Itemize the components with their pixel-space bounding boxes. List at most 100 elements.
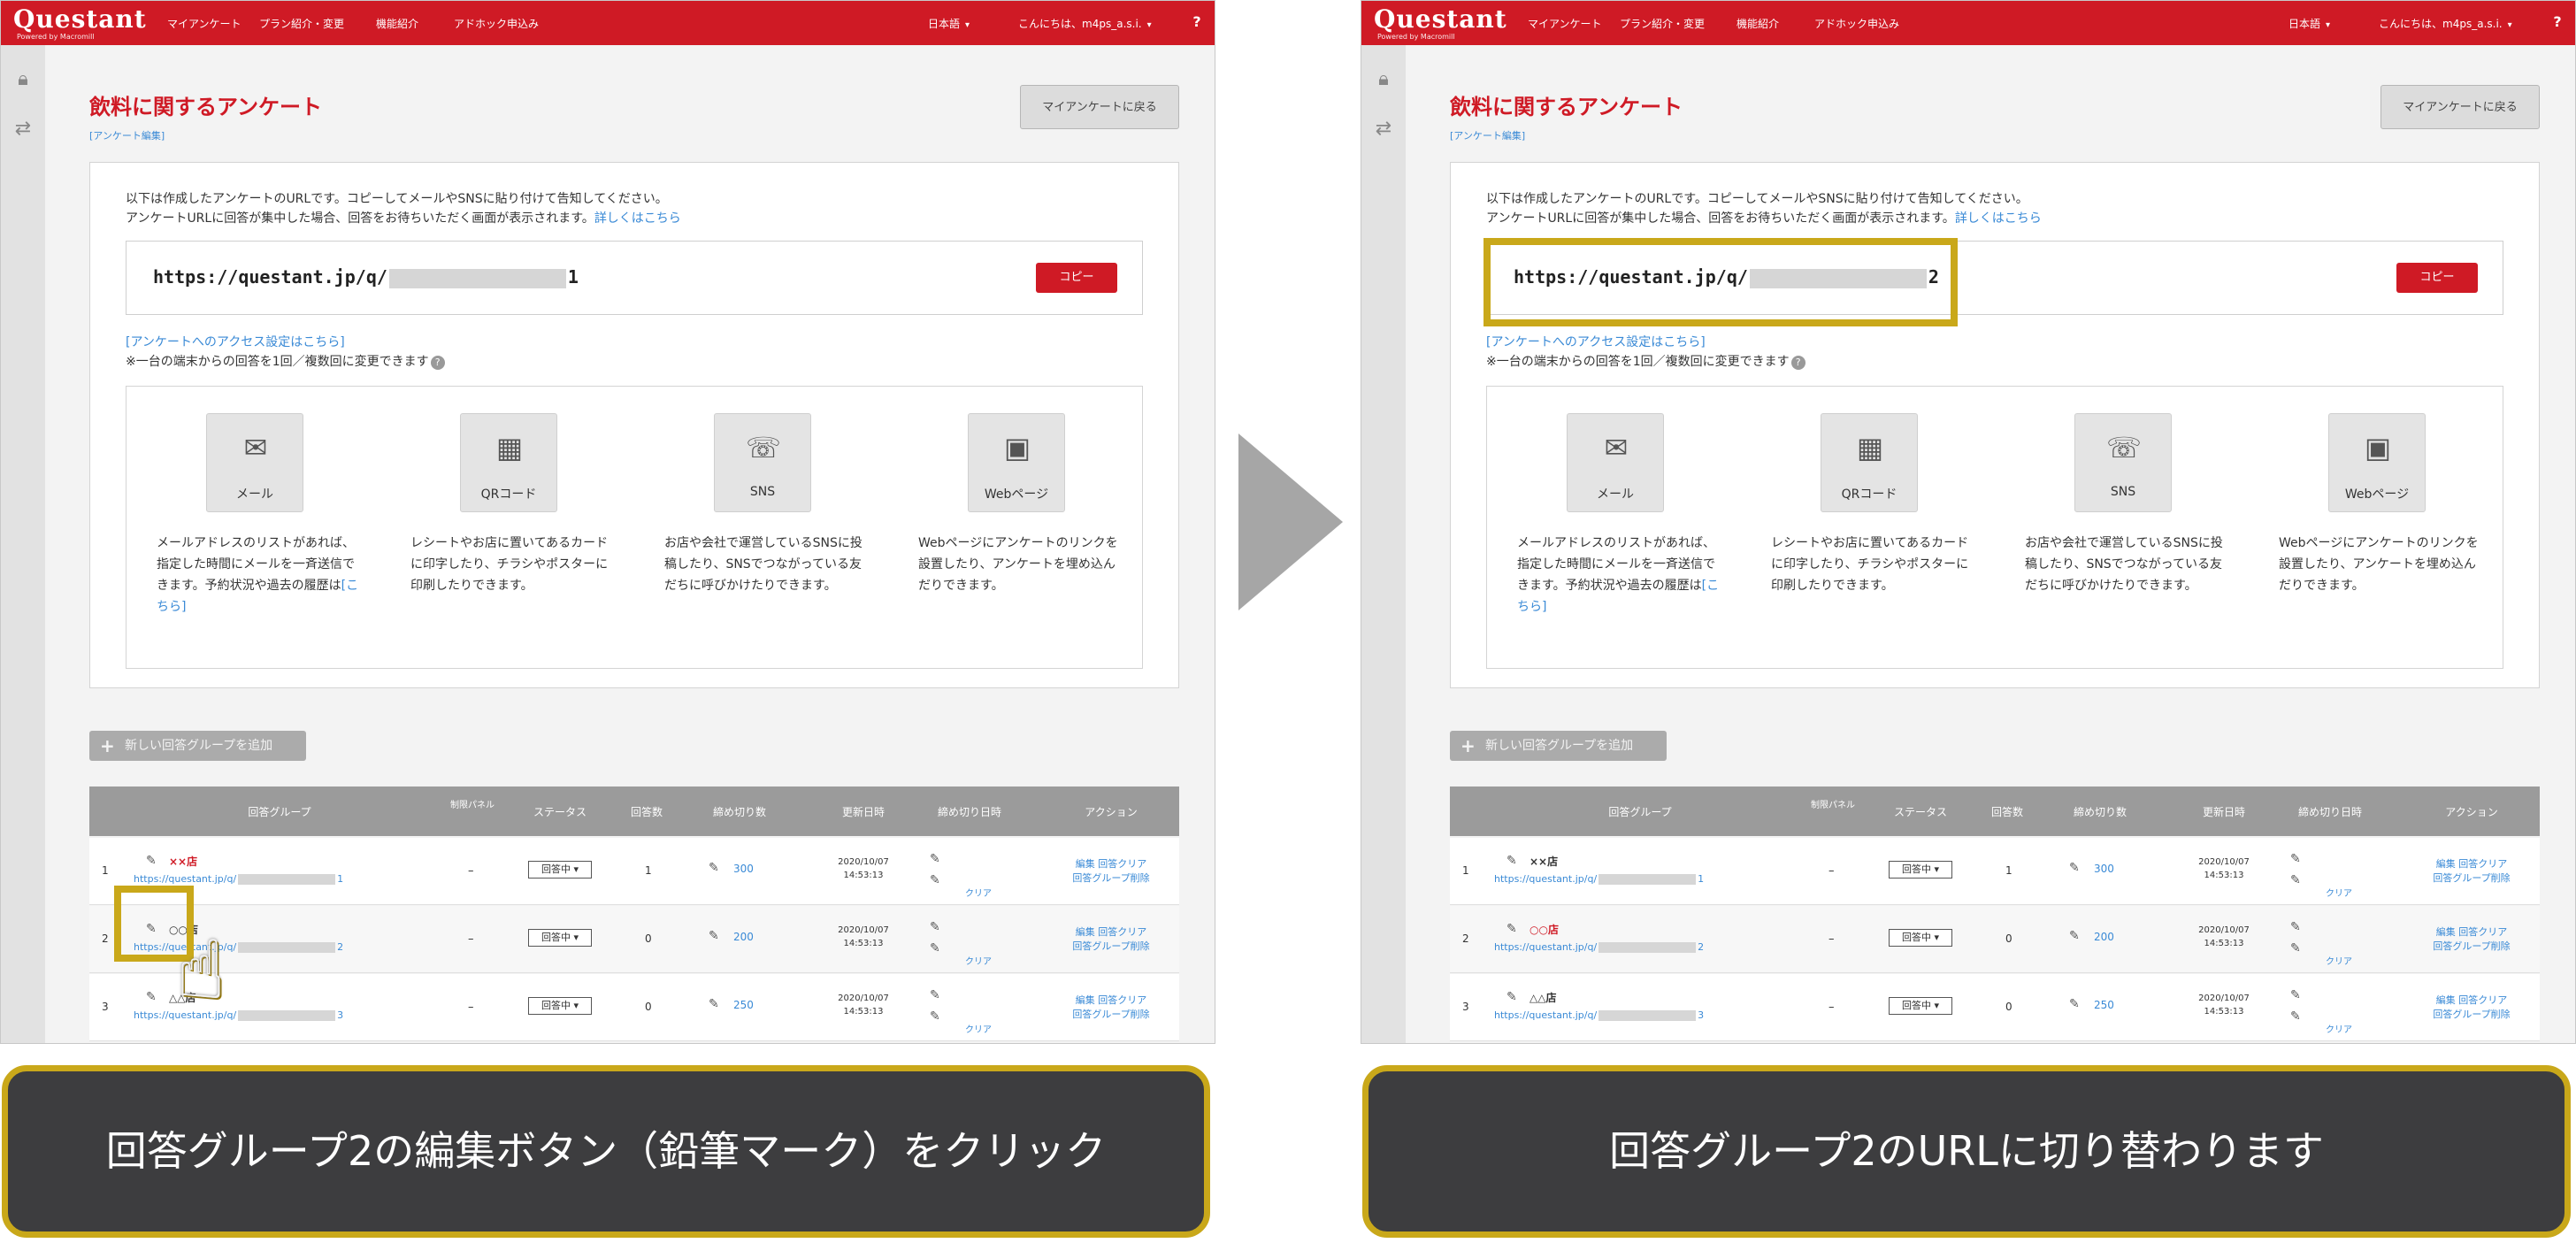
pencil-icon[interactable]: ✎ [146, 990, 157, 1004]
pencil-icon[interactable]: ✎ ✎ [2290, 985, 2301, 1027]
method-qr: ▦ QRコード レシートやお店に置いてあるカードに印字したり、チラシやポスターに印… [1741, 387, 1995, 668]
masked-url-segment [388, 268, 566, 288]
questant-logo[interactable]: Questant [13, 4, 147, 34]
add-group-button[interactable]: + 新しい回答グループを追加 [1450, 731, 1667, 761]
user-menu[interactable]: こんにちは、m4ps_a.s.i. ▾ [2379, 16, 2512, 31]
pencil-icon[interactable]: ✎ [146, 854, 157, 868]
qr-code-button[interactable]: ▦ QRコード [460, 413, 557, 512]
group-url[interactable]: https://questant.jp/q/3 [134, 1009, 343, 1021]
status-select[interactable]: 回答中 ▾ [528, 929, 592, 947]
pencil-icon[interactable]: ✎ [2069, 861, 2080, 875]
details-link[interactable]: 詳しくはこちら [594, 211, 681, 226]
group-url[interactable]: https://questant.jp/q/2 [1494, 941, 1704, 953]
survey-url[interactable]: https://questant.jp/q/1 [153, 266, 579, 288]
pencil-icon[interactable]: ✎ ✎ [2290, 917, 2301, 959]
status-select[interactable]: 回答中 ▾ [1889, 997, 1952, 1015]
mail-button[interactable]: ✉ メール [1567, 413, 1664, 512]
pencil-icon[interactable]: ✎ ✎ [2290, 848, 2301, 891]
pencil-icon[interactable]: ✎ ✎ [930, 985, 940, 1027]
group-url[interactable]: https://questant.jp/q/3 [1494, 1009, 1704, 1021]
status-select[interactable]: 回答中 ▾ [1889, 929, 1952, 947]
method-description: レシートやお店に置いてあるカードに印字したり、チラシやポスターに印刷したりできま… [410, 536, 609, 593]
mail-icon: ✉ [243, 431, 268, 464]
web-page-icon: ▣ [1003, 431, 1031, 464]
caption-step-click: 回答グループ2の編集ボタン（鉛筆マーク）をクリック [2, 1065, 1210, 1238]
sns-button[interactable]: ☏ SNS [2074, 413, 2172, 512]
mail-button[interactable]: ✉ メール [206, 413, 303, 512]
row-actions[interactable]: 編集 回答クリア 回答グループ削除 [1062, 857, 1160, 886]
th-action: アクション [1085, 806, 1138, 818]
group-url[interactable]: https://questant.jp/q/1 [1494, 873, 1704, 885]
nav-adhoc[interactable]: アドホック申込み [454, 16, 539, 31]
nav-my-survey[interactable]: マイアンケート [167, 16, 242, 31]
questant-logo[interactable]: Questant [1374, 4, 1507, 34]
table-row: 3 ✎ △△店 https://questant.jp/q/3 – 回答中 ▾ … [1450, 974, 2540, 1041]
language-select[interactable]: 日本語 ▾ [2288, 16, 2330, 31]
sns-button[interactable]: ☏ SNS [714, 413, 811, 512]
pencil-icon[interactable]: ✎ ✎ [930, 848, 940, 891]
screenshot-before: Questant Powered by Macromill マイアンケート プラ… [0, 0, 1215, 1044]
access-settings-link[interactable]: [アンケートへのアクセス設定はこちら] [126, 333, 345, 350]
web-page-button[interactable]: ▣ Webページ [968, 413, 1065, 512]
top-navbar: Questant Powered by Macromill マイアンケート プラ… [1361, 1, 2575, 45]
nav-adhoc[interactable]: アドホック申込み [1814, 16, 1899, 31]
survey-url-box: https://questant.jp/q/1 コピー [126, 241, 1143, 315]
pencil-icon[interactable]: ✎ [1506, 990, 1517, 1004]
access-settings-link[interactable]: [アンケートへのアクセス設定はこちら] [1486, 333, 1706, 350]
nav-features[interactable]: 機能紹介 [376, 16, 418, 31]
row-actions[interactable]: 編集 回答クリア 回答グループ削除 [1062, 994, 1160, 1022]
pencil-icon[interactable]: ✎ [2069, 997, 2080, 1011]
method-web: ▣ Webページ Webページにアンケートのリンクを設置したり、アンケートを埋め込… [888, 387, 1142, 668]
qr-code-icon: ▦ [1856, 431, 1884, 464]
share-icon[interactable]: ⇄ [12, 118, 34, 141]
group-url[interactable]: https://questant.jp/q/1 [134, 873, 343, 885]
th-count: 回答数 [630, 806, 663, 818]
pencil-icon[interactable]: ✎ [1506, 854, 1517, 868]
pencil-icon[interactable]: ✎ [709, 997, 719, 1011]
web-page-button[interactable]: ▣ Webページ [2328, 413, 2426, 512]
pencil-icon[interactable]: ✎ [1506, 922, 1517, 936]
th-count: 回答数 [1990, 806, 2023, 818]
copy-url-button[interactable]: コピー [2396, 263, 2478, 293]
details-link[interactable]: 詳しくはこちら [1955, 211, 2042, 226]
nav-my-survey[interactable]: マイアンケート [1528, 16, 1602, 31]
pencil-icon[interactable]: ✎ [709, 861, 719, 875]
add-group-button[interactable]: + 新しい回答グループを追加 [89, 731, 306, 761]
status-select[interactable]: 回答中 ▾ [528, 997, 592, 1015]
main-content: 飲料に関するアンケート [アンケート編集] マイアンケートに戻る 以下は作成した… [1406, 45, 2575, 1043]
back-to-my-survey-button[interactable]: マイアンケートに戻る [1020, 85, 1179, 129]
status-select[interactable]: 回答中 ▾ [1889, 861, 1952, 879]
pencil-icon[interactable]: ✎ ✎ [930, 917, 940, 959]
breadcrumb[interactable]: [アンケート編集] [1450, 128, 1525, 142]
user-menu[interactable]: こんにちは、m4ps_a.s.i. ▾ [1018, 16, 1152, 31]
description-line-1: 以下は作成したアンケートのURLです。コピーしてメールやSNSに貼り付けて告知し… [1486, 192, 2028, 206]
row-actions[interactable]: 編集 回答クリア 回答グループ削除 [2423, 925, 2520, 954]
th-updated: 更新日時 [841, 806, 885, 818]
pencil-icon[interactable]: ✎ [709, 929, 719, 943]
help-icon[interactable]: ? [2547, 12, 2568, 33]
share-icon[interactable]: ⇄ [1372, 118, 1395, 141]
nav-features[interactable]: 機能紹介 [1736, 16, 1779, 31]
row-actions[interactable]: 編集 回答クリア 回答グループ削除 [2423, 994, 2520, 1022]
plus-icon: + [100, 735, 115, 756]
breadcrumb[interactable]: [アンケート編集] [89, 128, 165, 142]
lock-icon[interactable]: 🔒︎ [1372, 68, 1395, 91]
row-actions[interactable]: 編集 回答クリア 回答グループ削除 [2423, 857, 2520, 886]
row-actions[interactable]: 編集 回答クリア 回答グループ削除 [1062, 925, 1160, 954]
description-line-1: 以下は作成したアンケートのURLです。コピーしてメールやSNSに貼り付けて告知し… [126, 192, 668, 206]
th-group: 回答グループ [1608, 806, 1672, 818]
table-row: 2 ✎ ○○店 https://questant.jp/q/2 – 回答中 ▾ … [1450, 906, 2540, 973]
method-mail: ✉ メール メールアドレスのリストがあれば、指定した時間にメールを一斉送信できます… [1487, 387, 1741, 668]
question-icon[interactable]: ? [1790, 356, 1806, 370]
nav-plan[interactable]: プラン紹介・変更 [259, 16, 344, 31]
qr-code-button[interactable]: ▦ QRコード [1821, 413, 1918, 512]
back-to-my-survey-button[interactable]: マイアンケートに戻る [2380, 85, 2540, 129]
language-select[interactable]: 日本語 ▾ [928, 16, 970, 31]
status-select[interactable]: 回答中 ▾ [528, 861, 592, 879]
nav-plan[interactable]: プラン紹介・変更 [1620, 16, 1705, 31]
pencil-icon[interactable]: ✎ [2069, 929, 2080, 943]
question-icon[interactable]: ? [430, 356, 445, 370]
copy-url-button[interactable]: コピー [1036, 263, 1117, 293]
help-icon[interactable]: ? [1186, 12, 1208, 33]
lock-icon[interactable]: 🔒︎ [12, 68, 34, 91]
